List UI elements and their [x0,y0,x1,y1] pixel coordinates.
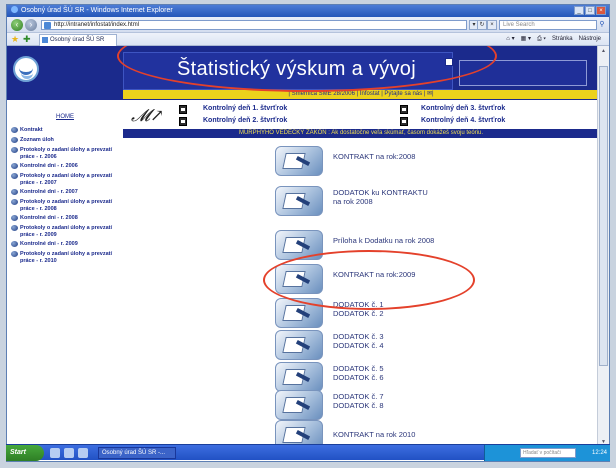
home-icon[interactable]: ⌂ ▾ [506,34,514,45]
desktop-search-input[interactable]: Hľadať v počítači [520,448,576,458]
forward-button[interactable]: › [25,19,37,31]
feeds-icon[interactable]: ▦ ▾ [521,34,531,45]
document-link[interactable]: KONTRAKT na rok:2008 [333,152,415,161]
scroll-thumb[interactable] [599,66,608,366]
bullet-icon [11,147,18,153]
address-field[interactable]: http://intranet/infostat/index.html [41,20,467,30]
document-icon[interactable] [275,330,323,360]
document-entry[interactable]: KONTRAKT na rok:2008 [275,146,555,178]
bullet-icon [11,199,18,205]
page-menu[interactable]: Stránka [552,34,573,45]
bullet-icon [11,137,18,143]
sidebar-item-protokoly-2010[interactable]: Protokoly o zadaní úlohy a prevzatí prác… [11,251,119,264]
susr-logo [13,56,39,82]
sidebar-item-kontrakt[interactable]: Kontrakt [11,127,119,134]
doc-icon [400,117,408,126]
highlight-ellipse-contract [263,250,475,310]
quicklaunch-icon[interactable] [64,448,74,458]
quicklaunch-icon[interactable] [50,448,60,458]
sidebar-item-kontrolne-dni-2007[interactable]: Kontrolné dni - r. 2007 [11,189,119,196]
address-toolbar: ‹ › http://intranet/infostat/index.html … [7,17,609,33]
sidebar-item-kontrolne-dni-2009[interactable]: Kontrolné dni - r. 2009 [11,241,119,248]
sidebar-item-protokoly-2009[interactable]: Protokoly o zadaní úlohy a prevzatí prác… [11,225,119,238]
doc-icon [179,117,187,126]
control-day-4-link[interactable]: Kontrolný deň 4. štvrťrok [421,117,505,124]
control-day-3-link[interactable]: Kontrolný deň 3. štvrťrok [421,105,505,112]
top-links-bar[interactable]: | Smernica SME 28/2006 | Infostat | Pýta… [123,90,599,99]
left-sidebar: HOME Kontrakt Zoznam úloh Protokoly o za… [7,100,123,448]
document-icon[interactable] [275,362,323,392]
search-icon[interactable]: ⚲ [597,20,607,30]
doc-icon [400,105,408,114]
document-link[interactable]: DODATOK č. 3 DODATOK č. 4 [333,332,384,350]
signature-logo: 𝓜↗ [131,106,165,126]
bullet-icon [11,127,18,133]
bullet-icon [11,189,18,195]
bullet-icon [11,163,18,169]
windows-taskbar: Start Osobný úrad ŠÚ SR -... Hľadať v po… [6,444,610,461]
page-icon [44,22,51,29]
browser-tab[interactable]: Osobný úrad ŠÚ SR [39,34,117,46]
stop-button[interactable]: × [487,20,497,30]
scroll-up-arrow-icon[interactable]: ▲ [599,47,608,56]
control-day-2-link[interactable]: Kontrolný deň 2. štvrťrok [203,117,287,124]
document-link[interactable]: Príloha k Dodatku na rok 2008 [333,236,434,245]
add-favorite-icon[interactable]: ✚ [23,34,31,45]
document-entry[interactable]: DODATOK č. 3 DODATOK č. 4 [275,330,555,362]
sidebar-item-protokoly-2006[interactable]: Protokoly o zadaní úlohy a prevzatí prác… [11,147,119,160]
print-icon[interactable]: ⎙ ▾ [537,34,546,45]
bullet-icon [11,225,18,231]
document-link[interactable]: DODATOK č. 7 DODATOK č. 8 [333,392,384,410]
home-link[interactable]: HOME [7,114,123,120]
sidebar-item-protokoly-2007[interactable]: Protokoly o zadaní úlohy a prevzatí prác… [11,173,119,186]
favorites-star-icon[interactable]: ★ [11,34,19,45]
murphy-quote-bar: MURPHYHO VEDECKÝ ZÁKON : Ak dostatočne v… [123,129,599,138]
document-link[interactable]: DODATOK ku KONTRAKTU na rok 2008 [333,188,428,206]
bullet-icon [11,241,18,247]
document-link[interactable]: KONTRAKT na rok 2010 [333,430,415,439]
bullet-icon [11,251,18,257]
taskbar-window-button[interactable]: Osobný úrad ŠÚ SR -... [98,447,176,459]
address-text: http://intranet/infostat/index.html [54,22,140,28]
title-bar: Osobný úrad ŠÚ SR - Windows Internet Exp… [7,5,609,17]
tools-menu[interactable]: Nástroje [579,34,601,45]
document-entry[interactable]: DODATOK ku KONTRAKTU na rok 2008 [275,186,555,218]
document-icon[interactable] [275,390,323,420]
document-link[interactable]: DODATOK č. 5 DODATOK č. 6 [333,364,384,382]
window-title: Osobný úrad ŠÚ SR - Windows Internet Exp… [21,7,173,14]
control-day-1-link[interactable]: Kontrolný deň 1. štvrťrok [203,105,287,112]
bullet-icon [11,215,18,221]
ie-icon [11,6,18,13]
sidebar-item-kontrolne-dni-2008[interactable]: Kontrolné dni - r. 2008 [11,215,119,222]
web-page: Štatistický výskum a vývoj | Smernica SM… [7,46,599,448]
clock: 12:24 [591,450,607,456]
document-entry[interactable]: DODATOK č. 7 DODATOK č. 8 [275,390,555,422]
maximize-button[interactable]: □ [585,6,595,15]
document-icon[interactable] [275,186,323,216]
minimize-button[interactable]: _ [574,6,584,15]
refresh-button[interactable]: ↻ [477,20,487,30]
back-button[interactable]: ‹ [11,19,23,31]
tab-label: Osobný úrad ŠÚ SR [50,37,105,43]
start-button[interactable]: Start [6,445,44,461]
system-tray: Hľadať v počítači 12:24 [484,445,610,461]
browser-window: Osobný úrad ŠÚ SR - Windows Internet Exp… [6,4,610,462]
favorites-bar: ★ ✚ Osobný úrad ŠÚ SR ⌂ ▾ ▦ ▾ ⎙ ▾ Stránk… [7,33,609,46]
doc-icon [179,105,187,114]
quicklaunch-icon[interactable] [78,448,88,458]
sidebar-item-zoznam-uloh[interactable]: Zoznam úloh [11,137,119,144]
document-icon[interactable] [275,146,323,176]
bullet-icon [11,173,18,179]
sidebar-item-kontrolne-dni-2006[interactable]: Kontrolné dni - r. 2006 [11,163,119,170]
search-input[interactable]: Live Search [499,20,597,30]
vertical-scrollbar[interactable]: ▲ ▼ [597,46,609,448]
tab-page-icon [42,37,48,43]
close-button[interactable]: × [596,6,606,15]
sidebar-item-protokoly-2008[interactable]: Protokoly o zadaní úlohy a prevzatí prác… [11,199,119,212]
